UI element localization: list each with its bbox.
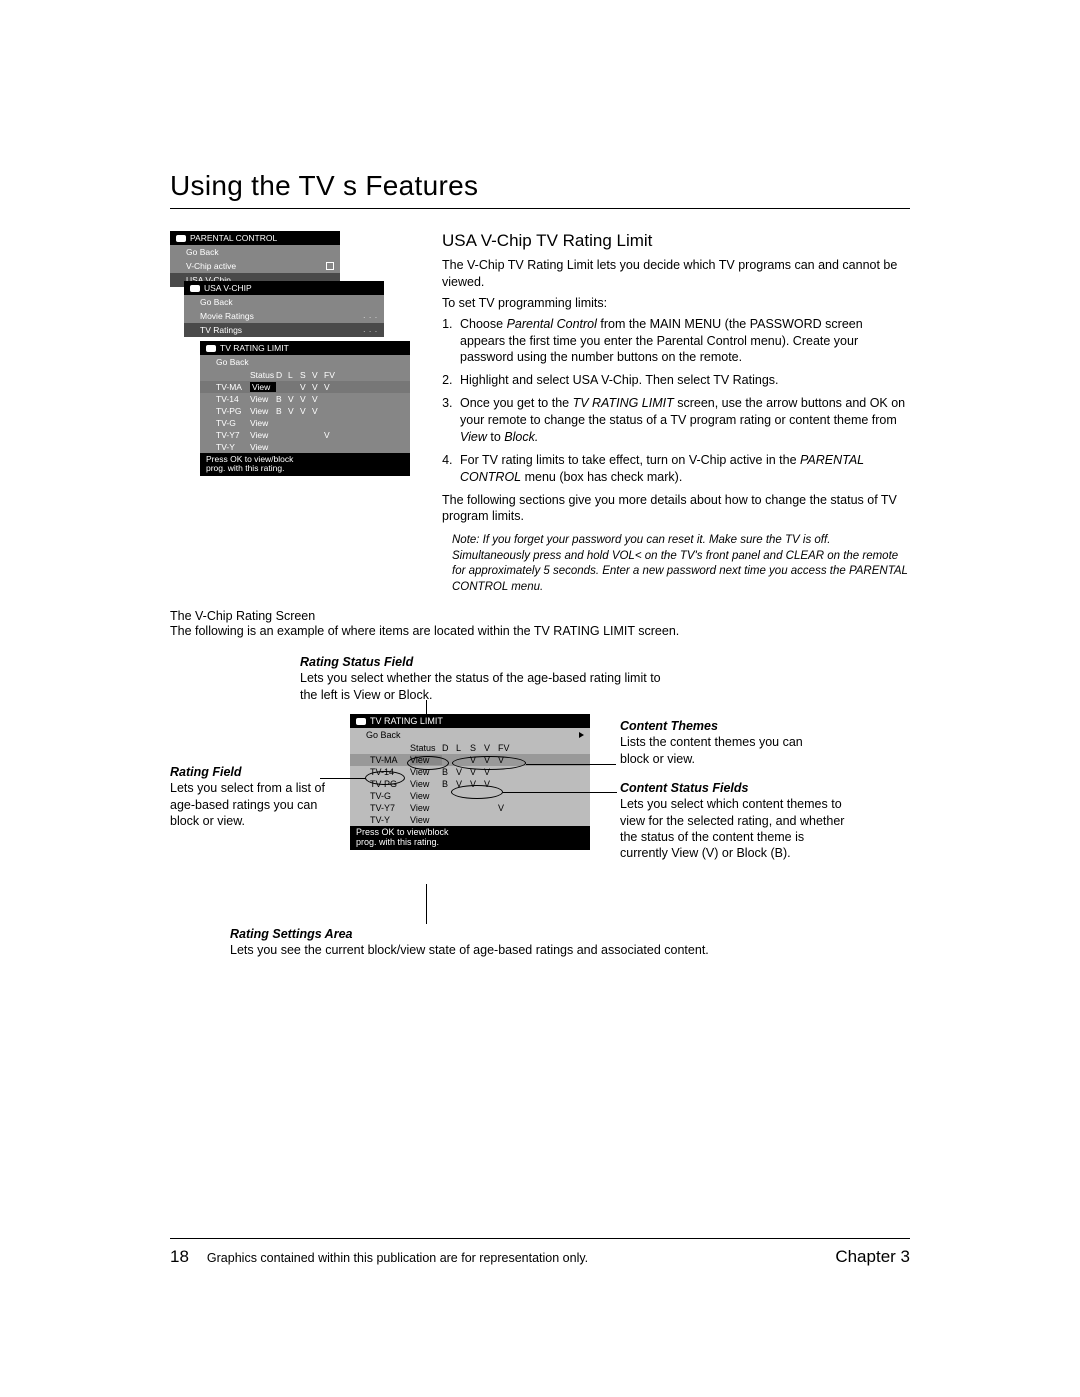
document-page: Using the TV s Features PARENTAL CONTROL… — [0, 0, 1080, 994]
menu-title: TV RATING LIMIT — [220, 343, 289, 353]
callout-rating-settings-area: Rating Settings Area Lets you see the cu… — [230, 926, 710, 959]
menu-title: TV RATING LIMIT — [370, 716, 443, 726]
menu-item-goback: Go Back — [350, 728, 590, 742]
screen-subheading: The V-Chip Rating Screen — [170, 609, 910, 623]
rating-row-tvy: TV-YView — [350, 814, 590, 826]
intro-paragraph-1: The V-Chip TV Rating Limit lets you deci… — [442, 257, 910, 291]
rating-row-tvy7: TV-Y7View V — [200, 429, 410, 441]
menu-title: USA V-CHIP — [204, 283, 252, 293]
menu-item-goback: Go Back — [170, 245, 340, 259]
tv-rating-limit-menu: TV RATING LIMIT Go Back Status DLSVFV TV… — [200, 341, 410, 476]
rating-header-row: Status DLSVFV — [350, 742, 590, 754]
rating-header-row: Status DLSVFV — [200, 369, 410, 381]
rating-row-tvy7: TV-Y7ViewV — [350, 802, 590, 814]
brand-icon — [356, 718, 366, 725]
rating-row-tv14: TV-14View BVVV — [200, 393, 410, 405]
triangle-right-icon — [579, 732, 584, 738]
step-4: For TV rating limits to take effect, tur… — [456, 452, 910, 486]
screen-paragraph: The following is an example of where ite… — [170, 623, 910, 640]
rating-row-tvy: TV-YView — [200, 441, 410, 453]
note-paragraph: Note: If you forget your password you ca… — [452, 533, 910, 595]
connector-line — [526, 764, 616, 765]
callout-rating-field: Rating Field Lets you select from a list… — [170, 764, 330, 829]
footer-note: Graphics contained within this publicati… — [207, 1251, 588, 1265]
checkbox-icon — [326, 262, 334, 270]
right-column: USA V-Chip TV Rating Limit The V-Chip TV… — [442, 231, 910, 603]
two-column-layout: PARENTAL CONTROL Go Back V-Chip active U… — [170, 231, 910, 603]
brand-icon — [190, 285, 200, 292]
connector-line — [320, 778, 366, 779]
page-number: 18 — [170, 1247, 189, 1267]
chapter-label: Chapter 3 — [835, 1247, 910, 1267]
callout-content-themes: Content Themes Lists the content themes … — [620, 718, 830, 767]
connector-line — [426, 884, 427, 924]
menu-title: PARENTAL CONTROL — [190, 233, 277, 243]
steps-list: Choose Parental Control from the MAIN ME… — [456, 316, 910, 486]
parental-control-menu: PARENTAL CONTROL Go Back V-Chip active U… — [170, 231, 340, 287]
callout-content-status-fields: Content Status Fields Lets you select wh… — [620, 780, 850, 861]
page-title: Using the TV s Features — [170, 170, 910, 209]
step-2: Highlight and select USA V-Chip. Then se… — [456, 372, 910, 389]
rating-row-tvma: TV-MAView VVV — [200, 381, 410, 393]
brand-icon — [176, 235, 186, 242]
menu-footer: Press OK to view/blockprog. with this ra… — [350, 826, 590, 850]
brand-icon — [206, 345, 216, 352]
menu-item-movie-ratings: Movie Ratings. . . — [184, 309, 384, 323]
intro-paragraph-2: To set TV programming limits: — [442, 295, 910, 312]
menu-item-tv-ratings: TV Ratings. . . — [184, 323, 384, 337]
usa-vchip-menu: USA V-CHIP Go Back Movie Ratings. . . TV… — [184, 281, 384, 337]
rating-row-tvg: TV-GView — [200, 417, 410, 429]
rating-screen-diagram: Rating Status Field Lets you select whet… — [170, 654, 910, 994]
follow-paragraph: The following sections give you more det… — [442, 492, 910, 526]
step-1: Choose Parental Control from the MAIN ME… — [456, 316, 910, 367]
menu-item-goback: Go Back — [184, 295, 384, 309]
menu-footer: Press OK to view/blockprog. with this ra… — [200, 453, 410, 476]
callout-rating-status-field: Rating Status Field Lets you select whet… — [300, 654, 680, 703]
step-3: Once you get to the TV RATING LIMIT scre… — [456, 395, 910, 446]
connector-line — [503, 792, 617, 793]
menu-item-vchip-active: V-Chip active — [170, 259, 340, 273]
menu-item-goback: Go Back — [200, 355, 410, 369]
menu-stack-illustration: PARENTAL CONTROL Go Back V-Chip active U… — [170, 231, 420, 603]
page-footer: 18 Graphics contained within this public… — [170, 1238, 910, 1267]
section-heading: USA V-Chip TV Rating Limit — [442, 231, 910, 251]
rating-row-tvpg: TV-PGView BVVV — [200, 405, 410, 417]
